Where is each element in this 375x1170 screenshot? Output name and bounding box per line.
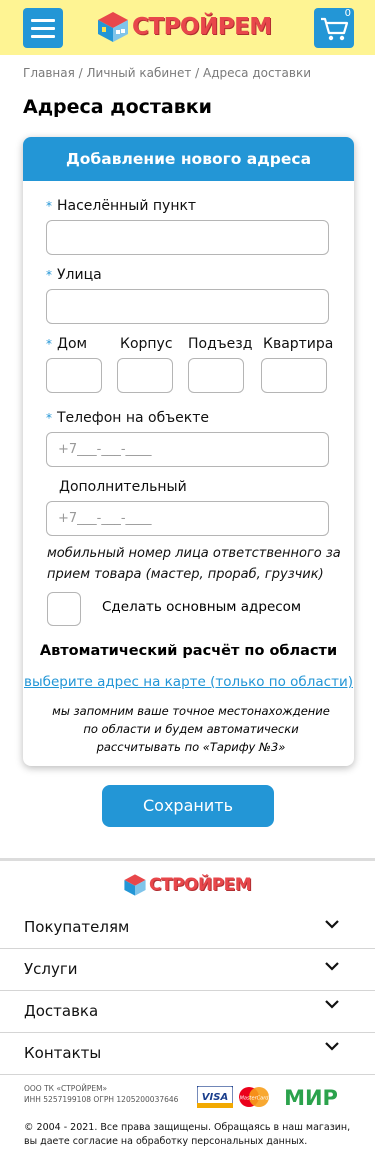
phone-label: * Телефон на объекте: [46, 410, 209, 426]
phone-label-text: Телефон на объекте: [57, 410, 209, 426]
footer-logo[interactable]: СТРОЙРЕМ: [123, 870, 253, 900]
house-label-text: Дом: [57, 336, 88, 352]
phone-hint: мобильный номер лица ответственного за п…: [47, 546, 341, 582]
required-star-icon: *: [46, 199, 52, 213]
form-header: Добавление нового адреса: [23, 137, 354, 181]
building-input[interactable]: [117, 358, 173, 393]
locality-label: * Населённый пункт: [46, 198, 196, 214]
footer-item-label: Услуги: [24, 960, 78, 978]
cart-button[interactable]: 0: [314, 8, 354, 48]
mir-logo-icon: МИР: [284, 1086, 338, 1108]
footer-item-contacts[interactable]: Контакты: [0, 1033, 375, 1075]
chevron-down-icon: [325, 962, 339, 971]
required-star-icon: *: [46, 268, 52, 282]
mastercard-text: MasterCard: [240, 1096, 270, 1102]
street-label: * Улица: [46, 267, 102, 283]
brand-logo[interactable]: СТРОЙРЕМ: [96, 8, 280, 46]
mastercard-logo-icon: MasterCard: [239, 1087, 270, 1107]
menu-bar: [31, 27, 55, 30]
chevron-down-icon: [325, 920, 339, 929]
mir-text: МИР: [284, 1086, 338, 1108]
auto-calc-title: Автоматический расчёт по области: [39, 643, 338, 659]
phone-input[interactable]: +7___-___-____: [46, 432, 329, 467]
chevron-down-icon: [325, 1042, 339, 1051]
brand-name: СТРОЙРЕМ: [132, 14, 272, 40]
entrance-label: Подъезд: [188, 336, 253, 352]
footer-item-label: Покупателям: [24, 918, 130, 936]
building-label: Корпус: [120, 336, 173, 352]
save-button[interactable]: Сохранить: [102, 785, 274, 827]
house-cube-logo-icon: [98, 12, 128, 42]
chevron-down-icon: [325, 1000, 339, 1009]
breadcrumb[interactable]: Главная / Личный кабинет / Адреса достав…: [23, 66, 311, 80]
default-address-label[interactable]: Сделать основным адресом: [102, 599, 301, 615]
footer-item-label: Контакты: [24, 1044, 102, 1062]
required-star-icon: *: [46, 411, 52, 425]
extra-phone-label: Дополнительный: [59, 479, 187, 495]
visa-text: VISA: [202, 1092, 228, 1103]
locality-input[interactable]: [46, 220, 329, 255]
apartment-label: Квартира: [263, 336, 334, 352]
street-label-text: Улица: [57, 267, 102, 283]
footer-divider: [0, 858, 375, 861]
tariff-note: мы запомним ваше точное местонахождение …: [52, 704, 330, 754]
house-label: * Дом: [46, 336, 87, 352]
visa-logo-icon: VISA: [197, 1086, 233, 1108]
footer-brand-name: СТРОЙРЕМ: [149, 875, 252, 895]
apartment-input[interactable]: [261, 358, 327, 393]
required-star-icon: *: [46, 337, 52, 351]
company-legal-info: ООО ТК «СТРОЙРЕМ» ИНН 5257199108 ОГРН 12…: [24, 1083, 178, 1105]
footer-item-delivery[interactable]: Доставка: [0, 991, 375, 1033]
footer-item-label: Доставка: [24, 1002, 99, 1020]
menu-bar: [31, 35, 55, 38]
company-registration: ИНН 5257199108 ОГРН 1205200037646: [24, 1095, 179, 1104]
menu-bar: [31, 19, 55, 22]
company-name: ООО ТК «СТРОЙРЕМ»: [24, 1084, 108, 1093]
cart-count-badge: 0: [344, 8, 351, 19]
locality-label-text: Населённый пункт: [57, 198, 197, 214]
copyright-text: © 2004 - 2021. Все права защищены. Обращ…: [24, 1122, 351, 1147]
page-title: Адреса доставки: [23, 96, 212, 118]
footer-item-buyers[interactable]: Покупателям: [0, 907, 375, 949]
top-header: СТРОЙРЕМ 0: [0, 0, 375, 55]
footer-item-services[interactable]: Услуги: [0, 949, 375, 991]
street-input[interactable]: [46, 289, 329, 324]
map-select-link[interactable]: выберите адрес на карте (только по облас…: [23, 674, 354, 690]
house-input[interactable]: [46, 358, 102, 393]
address-form-card: Добавление нового адреса * Населённый пун…: [23, 137, 354, 766]
extra-phone-input[interactable]: +7___-___-____: [46, 501, 329, 536]
house-cube-logo-icon: [124, 874, 146, 896]
menu-button[interactable]: [23, 8, 63, 48]
default-address-checkbox[interactable]: [47, 592, 81, 626]
entrance-input[interactable]: [188, 358, 244, 393]
